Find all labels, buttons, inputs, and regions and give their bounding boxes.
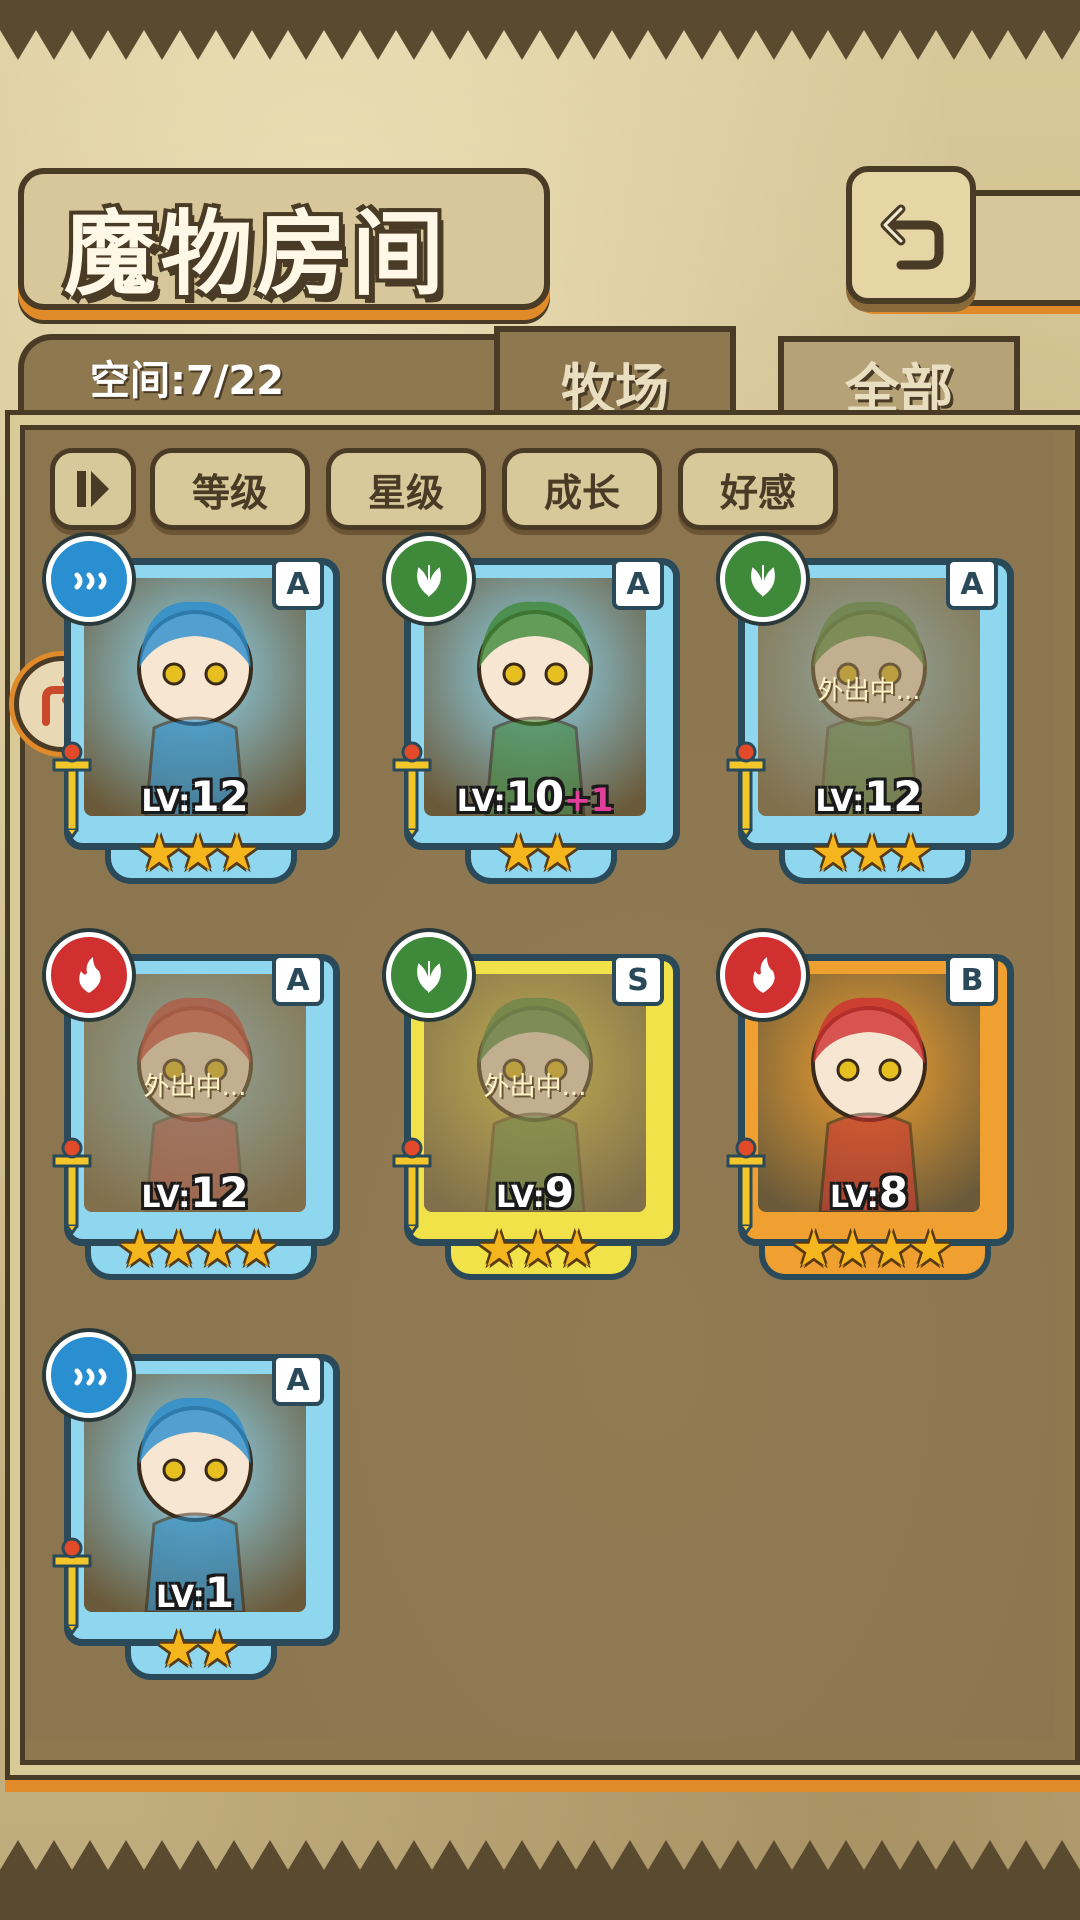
star-icon: ★ <box>907 1220 953 1278</box>
monster-card[interactable]: 外出中... A LV:12 ★★★ <box>720 536 1014 884</box>
level-label: LV:10+1 <box>390 772 680 821</box>
tab-all[interactable]: 全部 <box>778 336 1020 426</box>
monster-card[interactable]: 外出中... S LV:9 ★★★ <box>386 932 680 1280</box>
sort-order-icon <box>77 471 109 507</box>
star-icon: ★ <box>869 1220 914 1278</box>
bottom-zigzag-border <box>0 1840 1080 1920</box>
level-value: 9 <box>544 1168 575 1217</box>
sort-affection-button[interactable]: 好感 <box>678 448 838 530</box>
rank-badge: A <box>272 1354 324 1406</box>
star-icon: ★ <box>888 824 933 882</box>
level-label: LV:1 <box>50 1568 340 1617</box>
away-status: 外出中... <box>817 676 921 706</box>
star-rating: ★★★★ <box>724 1220 1014 1278</box>
rank-badge: B <box>946 954 998 1006</box>
level-prefix: LV: <box>141 784 191 819</box>
level-prefix: LV: <box>141 1180 191 1215</box>
star-icon: ★ <box>233 1220 279 1278</box>
star-rating: ★★★ <box>390 1220 680 1278</box>
level-value: 12 <box>190 1168 249 1217</box>
level-label: LV:12 <box>724 772 1014 821</box>
star-icon: ★ <box>195 1220 240 1278</box>
rank-badge: A <box>272 558 324 610</box>
away-status: 外出中... <box>483 1072 587 1102</box>
level-prefix: LV: <box>456 784 506 819</box>
level-value: 12 <box>190 772 249 821</box>
away-status: 外出中... <box>143 1072 247 1102</box>
star-rating: ★★★★ <box>50 1220 340 1278</box>
star-icon: ★ <box>156 1220 201 1278</box>
level-value: 1 <box>204 1568 235 1617</box>
level-bonus: +1 <box>564 781 614 819</box>
sort-growth-button[interactable]: 成长 <box>502 448 662 530</box>
star-icon: ★ <box>214 824 259 882</box>
sort-stars-button[interactable]: 星级 <box>326 448 486 530</box>
star-icon: ★ <box>535 824 580 882</box>
star-rating: ★★ <box>390 824 680 882</box>
star-rating: ★★★ <box>50 824 340 882</box>
level-label: LV:9 <box>390 1168 680 1217</box>
rank-badge: A <box>612 558 664 610</box>
return-arrow-icon <box>880 204 944 270</box>
level-value: 8 <box>878 1168 909 1217</box>
water-element-icon <box>46 536 132 622</box>
star-icon: ★ <box>476 1220 522 1278</box>
level-label: LV:8 <box>724 1168 1014 1217</box>
star-icon: ★ <box>791 1220 836 1278</box>
monster-card[interactable]: A LV:12 ★★★ <box>46 536 340 884</box>
level-prefix: LV: <box>495 1180 545 1215</box>
monster-card[interactable]: B LV:8 ★★★★ <box>720 932 1014 1280</box>
star-icon: ★ <box>830 1220 875 1278</box>
nature-element-icon <box>720 536 806 622</box>
level-prefix: LV: <box>155 1580 205 1615</box>
sort-level-button[interactable]: 等级 <box>150 448 310 530</box>
level-value: 12 <box>864 772 923 821</box>
title-banner: 魔物房间 <box>18 168 550 310</box>
star-rating: ★★ <box>50 1620 340 1678</box>
star-icon: ★ <box>515 1220 561 1278</box>
star-icon: ★ <box>156 1620 201 1678</box>
star-icon: ★ <box>849 824 895 882</box>
rank-badge: S <box>612 954 664 1006</box>
star-icon: ★ <box>195 1620 240 1678</box>
level-prefix: LV: <box>815 784 865 819</box>
monster-card[interactable]: A LV:10+1 ★★ <box>386 536 680 884</box>
rank-badge: A <box>946 558 998 610</box>
level-prefix: LV: <box>829 1180 879 1215</box>
level-label: LV:12 <box>50 1168 340 1217</box>
monster-card[interactable]: A LV:1 ★★ <box>46 1332 340 1680</box>
back-button[interactable] <box>846 166 976 304</box>
star-icon: ★ <box>117 1220 162 1278</box>
fire-element-icon <box>720 932 806 1018</box>
monster-card[interactable]: 外出中... A LV:12 ★★★★ <box>46 932 340 1280</box>
fire-element-icon <box>46 932 132 1018</box>
star-icon: ★ <box>496 824 541 882</box>
star-icon: ★ <box>136 824 182 882</box>
top-zigzag-border <box>0 0 1080 60</box>
nature-element-icon <box>386 932 472 1018</box>
water-element-icon <box>46 1332 132 1418</box>
star-icon: ★ <box>554 1220 599 1278</box>
star-icon: ★ <box>810 824 856 882</box>
level-value: 10 <box>505 772 565 821</box>
star-icon: ★ <box>175 824 221 882</box>
star-rating: ★★★ <box>724 824 1014 882</box>
sort-order-toggle-button[interactable] <box>50 448 136 530</box>
space-counter: 空间:7/22 <box>90 358 285 404</box>
rank-badge: A <box>272 954 324 1006</box>
nature-element-icon <box>386 536 472 622</box>
level-label: LV:12 <box>50 772 340 821</box>
page-title: 魔物房间 <box>64 200 449 308</box>
